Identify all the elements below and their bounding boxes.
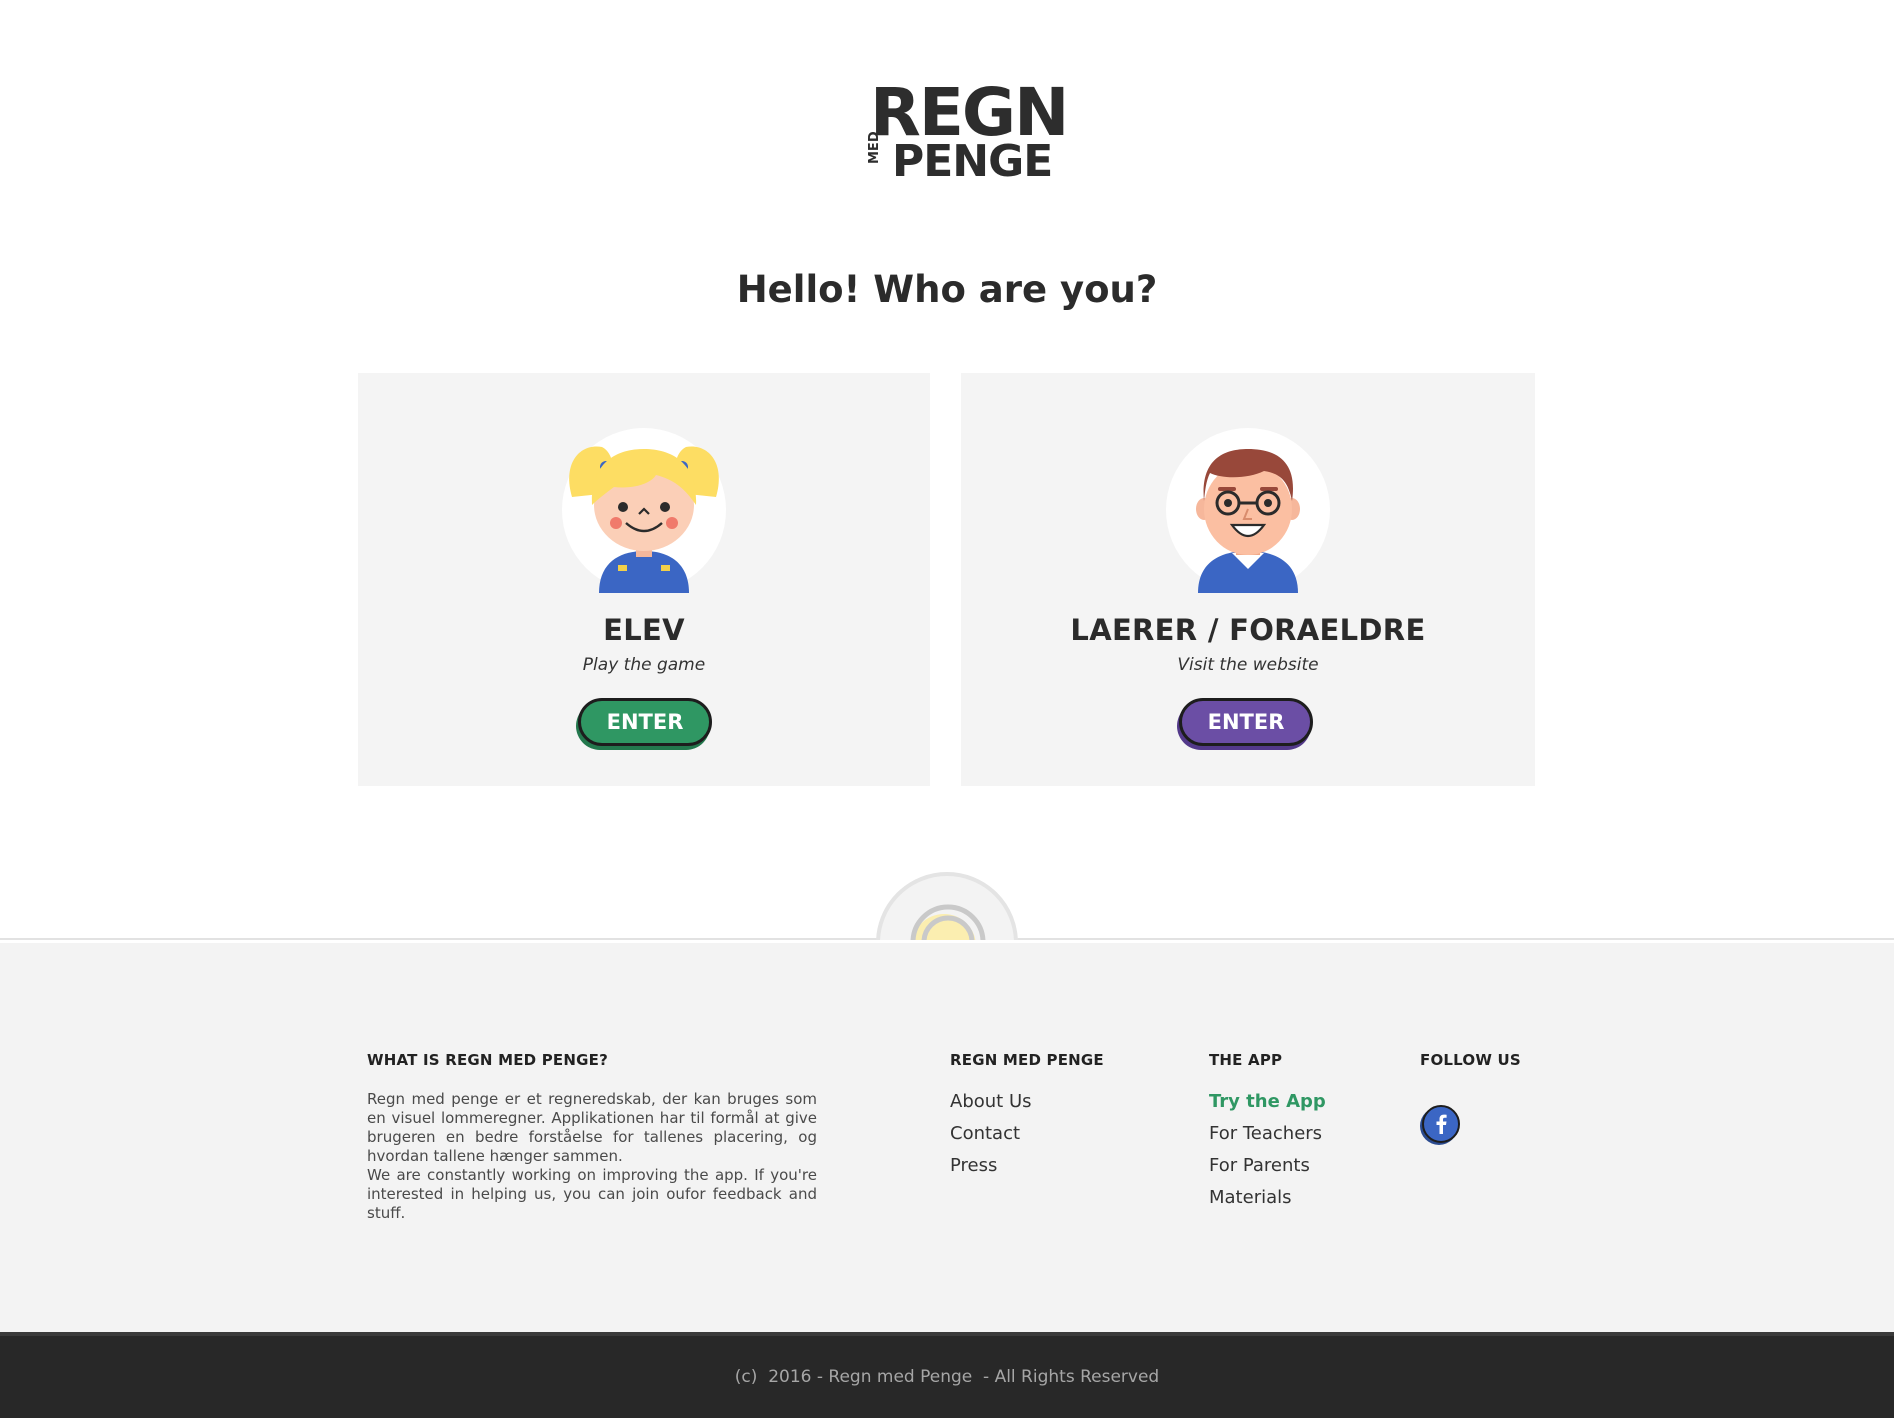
footer-link-try-the-app[interactable]: Try the App bbox=[1209, 1086, 1326, 1118]
app-links: Try the App For Teachers For Parents Mat… bbox=[1209, 1086, 1326, 1214]
teacher-parent-card: LAERER / FORAELDRE Visit the website ENT… bbox=[961, 373, 1535, 786]
app-col-heading: THE APP bbox=[1209, 1051, 1283, 1069]
page-title: Hello! Who are you? bbox=[736, 268, 1158, 311]
regn-links: About Us Contact Press bbox=[950, 1086, 1032, 1182]
teacher-parent-title: LAERER / FORAELDRE bbox=[1070, 613, 1426, 647]
coin-icon bbox=[902, 898, 994, 940]
logo-word-penge: PENGE bbox=[892, 136, 1053, 187]
footer-link-press[interactable]: Press bbox=[950, 1150, 1032, 1182]
footer-link-materials[interactable]: Materials bbox=[1209, 1182, 1326, 1214]
student-subtitle: Play the game bbox=[582, 655, 706, 675]
facebook-icon[interactable] bbox=[1419, 1104, 1461, 1146]
student-card: ELEV Play the game ENTER bbox=[358, 373, 930, 786]
about-paragraph-2: We are constantly working on improving t… bbox=[367, 1166, 817, 1222]
teacher-parent-subtitle: Visit the website bbox=[1177, 655, 1319, 675]
logo-word-med: MED bbox=[867, 131, 882, 164]
bottom-bar: (c) 2016 - Regn med Penge - All Rights R… bbox=[0, 1332, 1894, 1418]
footer-link-for-teachers[interactable]: For Teachers bbox=[1209, 1118, 1326, 1150]
girl-avatar-icon bbox=[544, 413, 744, 593]
student-title: ELEV bbox=[603, 613, 685, 647]
about-text: Regn med penge er et regneredskab, der k… bbox=[367, 1090, 817, 1223]
about-paragraph-1: Regn med penge er et regneredskab, der k… bbox=[367, 1090, 817, 1165]
footer: WHAT IS REGN MED PENGE? Regn med penge e… bbox=[0, 943, 1894, 1332]
footer-link-for-parents[interactable]: For Parents bbox=[1209, 1150, 1326, 1182]
student-enter-button[interactable]: ENTER bbox=[578, 698, 712, 746]
about-heading: WHAT IS REGN MED PENGE? bbox=[367, 1051, 608, 1069]
brand-logo[interactable]: REGN MED PENGE bbox=[867, 80, 1069, 184]
copyright-text: (c) 2016 - Regn med Penge - All Rights R… bbox=[734, 1367, 1160, 1387]
regn-col-heading: REGN MED PENGE bbox=[950, 1051, 1104, 1069]
teacher-parent-enter-button[interactable]: ENTER bbox=[1179, 698, 1313, 746]
hero-section: REGN MED PENGE Hello! Who are you? ELEV … bbox=[0, 0, 1894, 940]
footer-link-about-us[interactable]: About Us bbox=[950, 1086, 1032, 1118]
footer-link-contact[interactable]: Contact bbox=[950, 1118, 1032, 1150]
teacher-avatar-icon bbox=[1148, 413, 1348, 593]
follow-col-heading: FOLLOW US bbox=[1420, 1051, 1521, 1069]
